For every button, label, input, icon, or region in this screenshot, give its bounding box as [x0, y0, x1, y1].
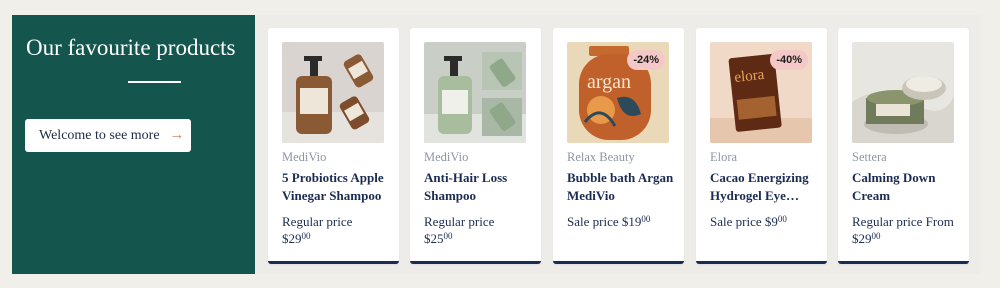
price-cents: 00 — [777, 214, 787, 224]
svg-text:argan: argan — [587, 71, 631, 93]
price-cents: 00 — [301, 231, 311, 241]
title-underline — [128, 81, 181, 83]
product-name[interactable]: Anti-Hair Loss Shampoo — [424, 169, 536, 204]
product-name[interactable]: 5 Probiotics Apple Vinegar Shampoo — [282, 169, 394, 204]
product-brand: MediVio — [282, 150, 327, 164]
argan-pouch-image[interactable]: argan -24% — [567, 42, 669, 143]
product-brand: Settera — [852, 150, 887, 164]
arrow-right-icon: → — [169, 127, 185, 143]
price-whole: 29 — [858, 231, 872, 246]
product-price: Sale price $900 — [710, 213, 828, 230]
price-cents: 00 — [443, 231, 453, 241]
price-whole: 25 — [430, 231, 444, 246]
product-price: Sale price $1900 — [567, 213, 685, 230]
product-card[interactable]: MediVio Anti-Hair Loss Shampoo Regular p… — [410, 28, 541, 264]
promo-title: Our favourite products — [26, 35, 236, 60]
product-card[interactable]: argan -24% Relax Beauty Bubble bath Arga… — [553, 28, 684, 264]
promo-panel: Our favourite products Welcome to see mo… — [12, 15, 255, 274]
product-price: Regular price From $2900 — [852, 213, 970, 247]
product-name[interactable]: Bubble bath Argan MediVio — [567, 169, 679, 204]
discount-badge: -40% — [770, 50, 808, 70]
product-card[interactable]: Settera Calming Down Cream Regular price… — [838, 28, 969, 264]
product-brand: MediVio — [424, 150, 469, 164]
price-label: Regular price — [424, 214, 495, 229]
product-price: Regular price $2500 — [424, 213, 542, 247]
product-card[interactable]: MediVio 5 Probiotics Apple Vinegar Shamp… — [268, 28, 399, 264]
price-whole: 29 — [288, 231, 302, 246]
price-whole: 19 — [628, 214, 642, 229]
eye-patch-pouch-image[interactable]: elora -40% — [710, 42, 812, 143]
cream-jar-image[interactable] — [852, 42, 954, 143]
discount-badge: -24% — [627, 50, 665, 70]
product-price: Regular price $2900 — [282, 213, 400, 247]
price-cents: 00 — [871, 231, 881, 241]
shampoo-bottles-image[interactable] — [424, 42, 526, 143]
product-name[interactable]: Calming Down Cream — [852, 169, 964, 204]
shampoo-bottles-image[interactable] — [282, 42, 384, 143]
price-label: Regular price — [282, 214, 353, 229]
product-name[interactable]: Cacao Energizing Hydrogel Eye… — [710, 169, 822, 204]
svg-text:elora: elora — [734, 67, 766, 86]
price-label: Sale price — [567, 214, 619, 229]
price-cents: 00 — [641, 214, 651, 224]
price-label: Regular price From — [852, 214, 954, 229]
product-brand: Elora — [710, 150, 738, 164]
product-card[interactable]: elora -40% Elora Cacao Energizing Hydrog… — [696, 28, 827, 264]
price-label: Sale price — [710, 214, 762, 229]
product-brand: Relax Beauty — [567, 150, 635, 164]
see-more-label: Welcome to see more — [39, 127, 160, 143]
see-more-button[interactable]: Welcome to see more → — [25, 119, 191, 152]
